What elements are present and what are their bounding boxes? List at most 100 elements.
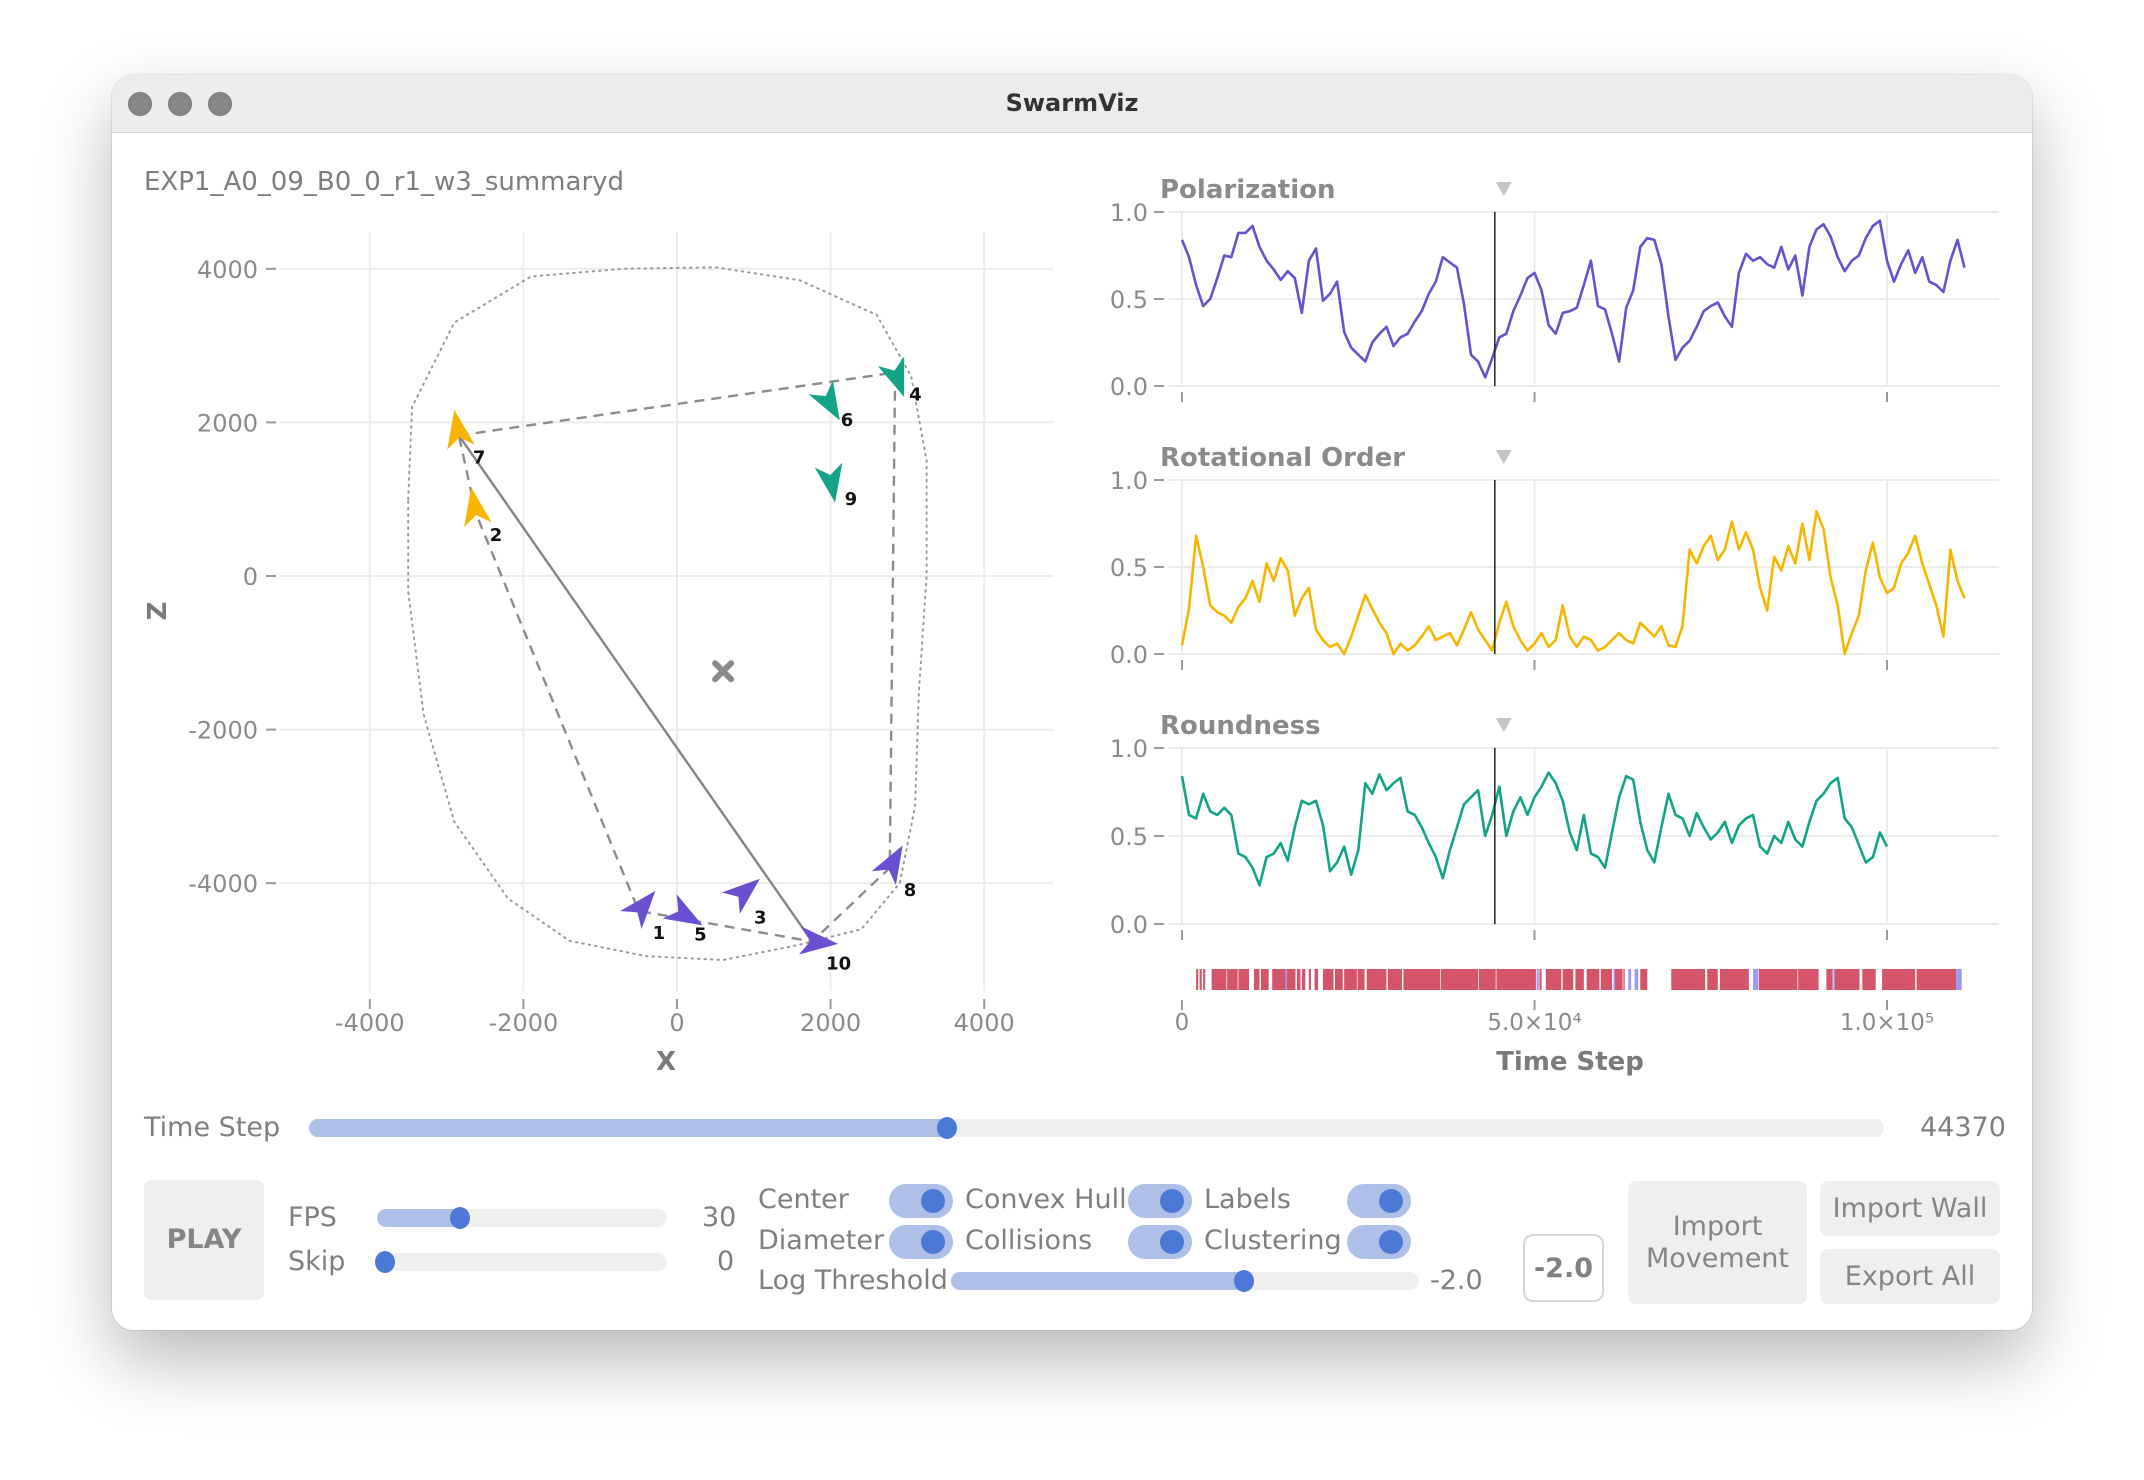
toggle-center[interactable] bbox=[889, 1184, 953, 1218]
y-tick-label: -2000 bbox=[188, 717, 258, 745]
toggle-labels-label: Labels bbox=[1204, 1184, 1291, 1215]
x-tick-label: 0 bbox=[1175, 1010, 1190, 1036]
agent-7-arrow-icon[interactable] bbox=[441, 407, 475, 450]
diameter-line bbox=[457, 434, 814, 943]
event-segment bbox=[1403, 969, 1441, 990]
x-tick-label: -2000 bbox=[489, 1009, 559, 1037]
y-tick-label: 1.0 bbox=[1110, 199, 1148, 227]
event-segment bbox=[1623, 969, 1625, 990]
toggle-convex-hull-label: Convex Hull bbox=[965, 1184, 1127, 1215]
y-tick-label: 0.0 bbox=[1110, 373, 1148, 401]
event-segment bbox=[1478, 969, 1496, 990]
y-tick-label: 1.0 bbox=[1110, 735, 1148, 763]
chart-title: Rotational Order bbox=[1160, 443, 1405, 473]
agent-label: 5 bbox=[694, 924, 707, 945]
x-tick-label: 1.0×10⁵ bbox=[1840, 1010, 1934, 1036]
z-axis-label: Z bbox=[143, 602, 173, 621]
export-all-button[interactable]: Export All bbox=[1820, 1249, 2000, 1304]
event-segment bbox=[1882, 969, 1916, 990]
agent-8-arrow-icon[interactable] bbox=[871, 838, 915, 886]
y-tick-label: 0.5 bbox=[1110, 554, 1148, 582]
event-segment bbox=[1916, 969, 1942, 990]
agent-2-arrow-icon[interactable] bbox=[457, 485, 492, 528]
event-segment bbox=[1285, 969, 1288, 990]
event-segment bbox=[1758, 969, 1798, 990]
event-segment bbox=[1286, 969, 1296, 990]
y-tick-label: -4000 bbox=[188, 870, 258, 898]
event-segment bbox=[1562, 969, 1574, 990]
fps-slider-thumb[interactable] bbox=[450, 1207, 471, 1229]
timestep-slider-thumb[interactable] bbox=[937, 1117, 957, 1139]
y-tick-label: 1.0 bbox=[1110, 467, 1148, 495]
agent-arrow-shape bbox=[871, 845, 903, 886]
log-threshold-label: Log Threshold bbox=[758, 1265, 948, 1296]
event-segment bbox=[1199, 969, 1202, 990]
event-segment bbox=[1634, 969, 1639, 990]
event-segment bbox=[1440, 969, 1479, 990]
y-tick-label: 0.0 bbox=[1110, 911, 1148, 939]
fps-label: FPS bbox=[288, 1202, 337, 1233]
toggle-diameter-label: Diameter bbox=[758, 1225, 885, 1256]
agent-arrow-shape bbox=[447, 409, 475, 450]
event-segment bbox=[1196, 969, 1199, 990]
cursor-marker-icon bbox=[1495, 718, 1512, 732]
wall-outline bbox=[407, 266, 928, 962]
import-wall-button[interactable]: Import Wall bbox=[1820, 1181, 2000, 1236]
agent-label: 1 bbox=[653, 923, 666, 944]
event-segment bbox=[1707, 969, 1718, 990]
y-tick-label: 0.0 bbox=[1110, 641, 1148, 669]
center-marker-icon bbox=[712, 660, 735, 683]
event-segment bbox=[1600, 969, 1613, 990]
log-threshold-slider-fill bbox=[951, 1272, 1247, 1290]
event-segment bbox=[1798, 969, 1819, 990]
timestep-slider-fill bbox=[309, 1119, 949, 1137]
toggle-knob bbox=[1379, 1230, 1403, 1254]
event-segment bbox=[1956, 969, 1962, 990]
fps-slider[interactable] bbox=[377, 1207, 667, 1229]
log-threshold-slider-thumb[interactable] bbox=[1234, 1270, 1255, 1292]
agent-label: 7 bbox=[473, 447, 486, 468]
event-segment bbox=[1238, 969, 1249, 990]
event-segment bbox=[1211, 969, 1227, 990]
event-segment bbox=[1203, 969, 1206, 990]
event-segment bbox=[1719, 969, 1749, 990]
skip-slider-thumb[interactable] bbox=[375, 1251, 395, 1273]
play-button[interactable]: PLAY bbox=[144, 1180, 264, 1300]
timestep-label: Time Step bbox=[144, 1112, 281, 1143]
skip-value: 0 bbox=[717, 1246, 735, 1277]
cursor-marker-icon bbox=[1495, 450, 1512, 464]
toggle-knob bbox=[921, 1230, 945, 1254]
event-segment bbox=[1539, 969, 1542, 990]
event-segment bbox=[1834, 969, 1860, 990]
agent-label: 8 bbox=[904, 880, 917, 901]
series-line-rotational-order bbox=[1180, 510, 1966, 656]
event-segment bbox=[1586, 969, 1600, 990]
event-segment bbox=[1308, 969, 1312, 990]
event-segment bbox=[1357, 969, 1365, 990]
toggle-convex-hull[interactable] bbox=[1128, 1184, 1192, 1218]
toggle-knob bbox=[1379, 1189, 1403, 1213]
event-segment bbox=[1296, 969, 1301, 990]
y-tick-label: 0.5 bbox=[1110, 286, 1148, 314]
import-movement-line2: Movement bbox=[1645, 1242, 1789, 1274]
skip-slider[interactable] bbox=[375, 1251, 667, 1273]
timestep-slider[interactable] bbox=[309, 1117, 1884, 1139]
event-segment bbox=[1826, 969, 1833, 990]
toggle-labels[interactable] bbox=[1347, 1184, 1411, 1218]
toggle-clustering[interactable] bbox=[1347, 1225, 1411, 1259]
x-tick-label: 4000 bbox=[954, 1009, 1015, 1037]
toggle-center-label: Center bbox=[758, 1184, 849, 1215]
scene-plot[interactable]: -4000 -2000 0 2000 4000 4000 2000 0 -2000 -4000 X Z… bbox=[143, 232, 1053, 1077]
event-segment bbox=[1253, 969, 1260, 990]
fps-value: 30 bbox=[702, 1202, 737, 1233]
log-threshold-slider[interactable] bbox=[951, 1270, 1419, 1292]
event-segment bbox=[1545, 969, 1562, 990]
event-segment bbox=[1613, 969, 1615, 990]
agent-label: 3 bbox=[754, 907, 767, 928]
event-segment bbox=[1628, 969, 1632, 990]
import-movement-button[interactable]: Import Movement bbox=[1628, 1181, 1807, 1304]
threshold-input[interactable]: -2.0 bbox=[1523, 1234, 1604, 1302]
agent-label: 9 bbox=[845, 489, 858, 510]
toggle-diameter[interactable] bbox=[889, 1225, 953, 1259]
toggle-collisions[interactable] bbox=[1128, 1225, 1192, 1259]
